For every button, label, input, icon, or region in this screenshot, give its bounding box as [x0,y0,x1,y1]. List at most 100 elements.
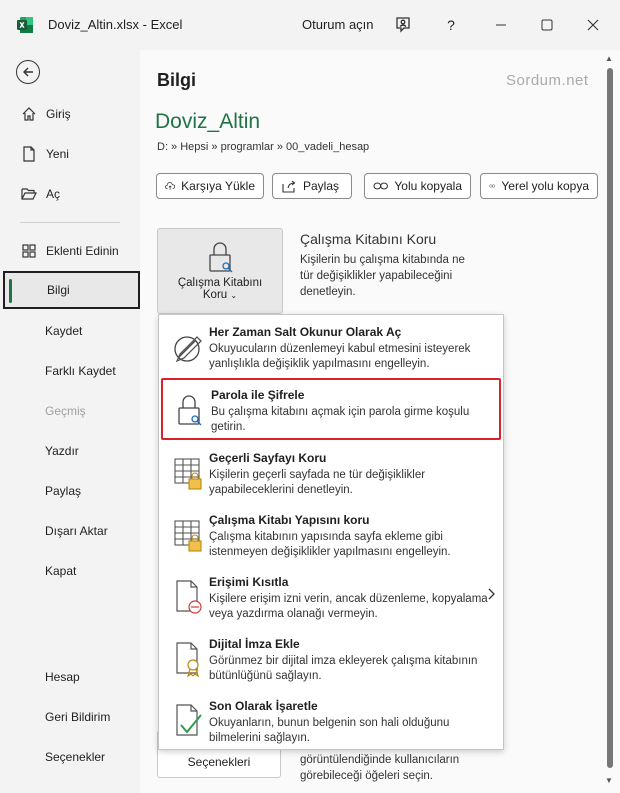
options-button-label: Seçenekleri [187,755,251,769]
nav-label: Bilgi [47,283,70,297]
nav-label: Farklı Kaydet [45,364,116,378]
nav-item-print[interactable]: Yazdır [0,432,140,470]
document-ribbon-icon [171,639,207,679]
nav-label: Geçmiş [45,404,86,418]
menu-item-title: Geçerli Sayfayı Koru [209,451,327,465]
menu-item-description: Okuyucuların düzenlemeyi kabul etmesini … [209,343,471,370]
menu-item-description: Bu çalışma kitabını açmak için parola gi… [211,406,470,433]
nav-item-history: Geçmiş [0,392,140,430]
sheet-lock-icon [171,453,207,493]
nav-item-export[interactable]: Dışarı Aktar [0,512,140,550]
protect-section-description: Kişilerin bu çalışma kitabında ne tür de… [300,254,465,298]
document-name: Doviz_Altin [155,110,261,133]
document-check-icon [171,701,207,741]
nav-item-info[interactable]: Bilgi [3,271,140,309]
copy-local-path-label: Yerel yolu kopya [501,179,589,193]
menu-item-restrict-access[interactable]: Erişimi Kısıtla Kişilere erişim izni ver… [159,565,503,627]
nav-label: Giriş [46,107,71,121]
menu-item-description: Kişilerin geçerli sayfada ne tür değişik… [209,469,426,496]
lock-key-icon [202,239,238,275]
nav-item-feedback[interactable]: Geri Bildirim [0,698,140,736]
protect-workbook-button[interactable]: Çalışma Kitabını Koru ⌄ [157,228,283,314]
nav-item-share[interactable]: Paylaş [0,472,140,510]
minimize-button[interactable] [486,10,516,40]
nav-item-new[interactable]: Yeni [0,135,140,173]
nav-label: Dışarı Aktar [45,524,108,538]
menu-item-title: Çalışma Kitabı Yapısını koru [209,513,370,527]
share-button-label: Paylaş [303,179,340,193]
workbook-lock-icon [171,515,207,555]
menu-item-mark-as-final[interactable]: Son Olarak İşaretle Okuyanların, bunun b… [159,689,503,751]
page-title: Bilgi [157,70,196,90]
upload-button[interactable]: Karşıya Yükle [156,173,264,199]
nav-item-account[interactable]: Hesap [0,658,140,696]
menu-item-title: Dijital İmza Ekle [209,637,300,651]
menu-item-encrypt-with-password[interactable]: Parola ile Şifrele Bu çalışma kitabını a… [161,378,501,440]
share-icon [282,180,296,193]
nav-label: Hesap [45,670,80,684]
protect-button-line2: Koru [202,289,228,301]
menu-item-title: Parola ile Şifrele [211,388,305,402]
addins-grid-icon [20,243,38,259]
upload-cloud-icon [165,182,176,190]
menu-item-description: Çalışma kitabının yapısında sayfa ekleme… [209,531,451,558]
scroll-down-arrow-icon[interactable]: ▼ [605,776,613,785]
nav-label: Eklenti Edinin [46,244,119,258]
copy-path-button[interactable]: Yolu kopyala [364,173,471,199]
back-arrow-icon[interactable] [16,60,40,84]
lock-key-icon [173,390,209,430]
nav-label: Yazdır [45,444,79,458]
maximize-button[interactable] [532,10,562,40]
document-path: D: » Hepsi » programlar » 00_vadeli_hesa… [157,141,370,153]
upload-button-label: Karşıya Yükle [181,179,255,193]
nav-item-save[interactable]: Kaydet [0,312,140,350]
nav-item-open[interactable]: Aç [0,175,140,213]
vertical-scrollbar[interactable]: ▲ ▼ [605,54,615,786]
nav-divider [20,222,120,223]
menu-item-title: Erişimi Kısıtla [209,575,289,589]
menu-item-title: Her Zaman Salt Okunur Olarak Aç [209,325,402,339]
nav-label: Kapat [45,564,77,578]
menu-item-always-read-only[interactable]: Her Zaman Salt Okunur Olarak Aç Okuyucul… [159,315,503,377]
nav-label: Geri Bildirim [45,710,111,724]
menu-item-description: Okuyanların, bunun belgenin son hali old… [209,717,450,744]
nav-item-options[interactable]: Seçenekler [0,738,140,776]
protect-section-title: Çalışma Kitabını Koru [300,231,437,247]
close-button[interactable] [578,10,608,40]
pencil-no-icon [171,327,207,367]
menu-item-title: Son Olarak İşaretle [209,699,318,713]
nav-item-addins[interactable]: Eklenti Edinin [0,232,140,270]
title-bar: Doviz_Altin.xlsx - Excel Oturum açın ? [0,0,620,50]
folder-open-icon [20,186,38,202]
menu-item-protect-structure[interactable]: Çalışma Kitabı Yapısını koru Çalışma kit… [159,503,503,565]
sign-in-link[interactable]: Oturum açın [302,17,374,32]
protect-button-line1: Çalışma Kitabını [177,277,263,289]
nav-label: Seçenekler [45,750,106,764]
help-button[interactable]: ? [436,10,466,40]
menu-item-digital-signature[interactable]: Dijital İmza Ekle Görünmez bir dijital i… [159,627,503,689]
link-icon [373,182,388,190]
copy-local-path-button[interactable]: Yerel yolu kopya [480,173,598,199]
window-title: Doviz_Altin.xlsx - Excel [48,17,183,32]
new-document-icon [20,146,38,162]
nav-item-close[interactable]: Kapat [0,552,140,590]
nav-label: Kaydet [45,324,83,338]
scroll-thumb[interactable] [607,68,613,768]
document-restricted-icon [171,577,207,617]
watermark-text: Sordum.net [506,72,589,89]
copy-path-label: Yolu kopyala [394,179,462,193]
nav-label: Aç [46,187,61,201]
nav-item-home[interactable]: Giriş [0,95,140,133]
menu-item-description: Görünmez bir dijital imza ekleyerek çalı… [209,655,478,682]
protect-button-line2-row: Koru ⌄ [158,289,282,301]
protect-workbook-menu: Her Zaman Salt Okunur Olarak Aç Okuyucul… [158,314,504,750]
scroll-up-arrow-icon[interactable]: ▲ [605,54,613,63]
chevron-right-icon [486,587,496,604]
nav-item-save-as[interactable]: Farklı Kaydet [0,352,140,390]
nav-label: Paylaş [45,484,82,498]
feedback-person-icon[interactable] [388,10,418,40]
menu-item-protect-sheet[interactable]: Geçerli Sayfayı Koru Kişilerin geçerli s… [159,441,503,503]
share-button[interactable]: Paylaş [272,173,352,199]
home-icon [20,106,38,122]
excel-logo-icon [16,16,34,34]
